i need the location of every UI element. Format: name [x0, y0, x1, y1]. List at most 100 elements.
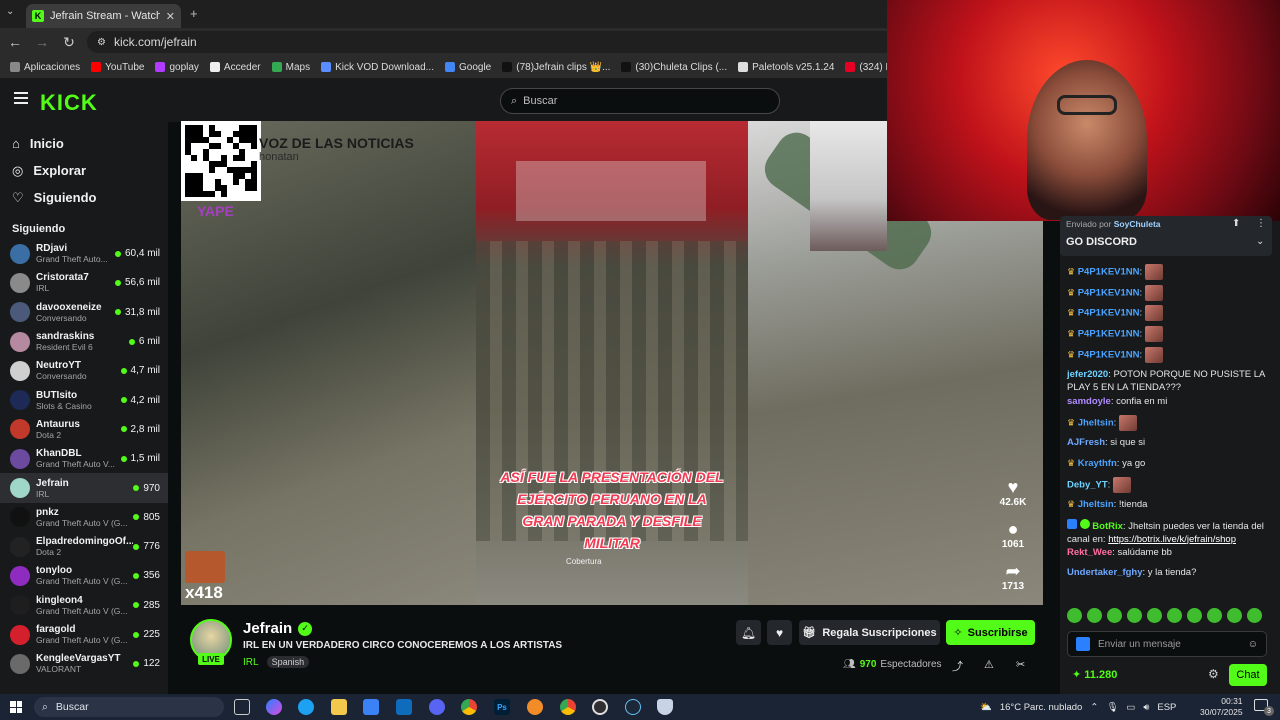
chat-username[interactable]: jefer2020 [1067, 369, 1108, 380]
emote-icon[interactable] [1147, 608, 1162, 623]
more-icon[interactable]: ⋮ [1256, 218, 1266, 229]
taskbar-clock[interactable]: 00:31 30/07/2025 [1200, 696, 1243, 718]
chat-username[interactable]: Jheltsin [1078, 499, 1114, 510]
emote-icon[interactable] [1207, 608, 1222, 623]
follow-heart-button[interactable]: ♥ [767, 620, 792, 645]
share-stream-icon[interactable]: ⤴ [952, 658, 963, 674]
emote-icon[interactable] [1087, 608, 1102, 623]
chat-message[interactable]: ♛ Kraythfn: ya go [1067, 457, 1267, 470]
followed-channel[interactable]: sandraskins Resident Evil 66 mil [0, 327, 168, 356]
share-action[interactable]: ➦ 1713 [993, 561, 1033, 592]
discord-icon[interactable] [429, 699, 445, 715]
chat-message[interactable]: ♛ P4P1KEV1NN: [1067, 284, 1267, 301]
url-input[interactable]: ⚙ kick.com/jefrain [87, 31, 947, 53]
task-view-icon[interactable] [234, 699, 250, 715]
chat-message[interactable]: AJFresh: si que si [1067, 436, 1267, 449]
bookmark-item[interactable]: Aplicaciones [10, 62, 80, 73]
chat-message[interactable]: Undertaker_fghy: y la tienda? [1067, 566, 1267, 579]
channel-name[interactable]: Jefrain ✓ [243, 620, 313, 637]
obs-icon[interactable] [592, 699, 608, 715]
back-button[interactable]: ← [3, 30, 27, 54]
report-icon[interactable]: ⚠ [984, 658, 994, 671]
chat-username[interactable]: P4P1KEV1NN [1078, 349, 1140, 360]
chat-message[interactable]: ♛ Jheltsin: [1067, 415, 1267, 432]
reload-button[interactable]: ↻ [57, 30, 81, 54]
language-indicator[interactable]: ESP [1157, 702, 1176, 713]
tray-chevron-icon[interactable]: ⌃ [1090, 702, 1098, 713]
close-tab-icon[interactable]: ✕ [166, 10, 175, 23]
weather-text[interactable]: 16°C Parc. nublado [1000, 702, 1083, 713]
menu-icon[interactable] [14, 92, 28, 104]
bookmark-item[interactable]: Kick VOD Download... [321, 62, 434, 73]
chat-username[interactable]: Jheltsin [1078, 418, 1114, 429]
followed-channel[interactable]: Cristorata7 IRL 56,6 mil [0, 268, 168, 297]
chat-username[interactable]: Deby_YT [1067, 480, 1108, 491]
chat-username[interactable]: Undertaker_fghy [1067, 567, 1143, 578]
weather-icon[interactable]: ⛅ [980, 702, 992, 713]
emote-quickbar[interactable] [1067, 608, 1267, 624]
followed-channel[interactable]: BUTIsito Slots & Casino 4,2 mil [0, 385, 168, 414]
sidebar-item-explorar[interactable]: ◎ Explorar [0, 157, 168, 184]
tab-list-button[interactable]: ⌄ [6, 6, 22, 22]
followed-channel[interactable]: ElpadredomingoOf... Dota 2 776 [0, 532, 168, 561]
windows-start-icon[interactable] [10, 701, 22, 713]
comment-action[interactable]: ● 1061 [993, 519, 1033, 550]
emote-icon[interactable] [1187, 608, 1202, 623]
language-tag[interactable]: Spanish [266, 656, 310, 668]
edge-icon[interactable] [298, 699, 314, 715]
search-input[interactable]: ⌕ Buscar [500, 88, 780, 114]
chat-message[interactable]: samdoyle: confia en mi [1067, 395, 1267, 408]
clip-icon[interactable]: ✂ [1016, 658, 1025, 671]
followed-channel[interactable]: davooxeneize Conversando 31,8 mil [0, 298, 168, 327]
followed-channel[interactable]: Jefrain IRL 970 [0, 473, 168, 503]
mic-icon[interactable]: 🎙︎ [1106, 702, 1118, 713]
copilot-icon[interactable] [266, 699, 282, 715]
chat-message[interactable]: BotRix: Jheltsin puedes ver la tienda de… [1067, 518, 1267, 546]
followed-channel[interactable]: RDjavi Grand Theft Auto... 60,4 mil [0, 239, 168, 268]
subscribe-button[interactable]: ✧ Suscribirse [946, 620, 1035, 645]
shield-app-icon[interactable] [657, 699, 673, 715]
chat-username[interactable]: P4P1KEV1NN [1078, 287, 1140, 298]
store-icon[interactable] [363, 699, 379, 715]
followed-channel[interactable]: tonyloo Grand Theft Auto V (G... 356 [0, 561, 168, 590]
chat-message[interactable]: ♛ Jheltsin: !tienda [1067, 498, 1267, 511]
emote-icon[interactable] [1107, 608, 1122, 623]
file-explorer-icon[interactable] [331, 699, 347, 715]
chat-username[interactable]: Rekt_Wee [1067, 547, 1112, 558]
chat-username[interactable]: Kraythfn [1078, 458, 1117, 469]
chat-message-input[interactable]: Enviar un mensaje ☺ [1067, 631, 1267, 657]
chat-message[interactable]: ♛ P4P1KEV1NN: [1067, 346, 1267, 363]
chat-settings-icon[interactable]: ⚙ [1208, 667, 1219, 681]
emote-icon[interactable] [1227, 608, 1242, 623]
like-action[interactable]: ♥ 42.6K [993, 477, 1033, 508]
steam-icon[interactable] [625, 699, 641, 715]
chrome-icon[interactable] [461, 699, 477, 715]
bookmark-item[interactable]: YouTube [91, 62, 144, 73]
network-icon[interactable]: ▭ [1126, 702, 1135, 713]
kicks-balance[interactable]: ✦ 11.280 [1072, 668, 1117, 681]
bookmark-item[interactable]: (30)Chuleta Clips (... [621, 62, 727, 73]
category-link[interactable]: IRL [243, 657, 259, 668]
followed-channel[interactable]: kingleon4 Grand Theft Auto V (G... 285 [0, 591, 168, 620]
chat-username[interactable]: BotRix [1092, 521, 1123, 532]
followed-channel[interactable]: faragold Grand Theft Auto V (G... 225 [0, 620, 168, 649]
chat-message[interactable]: Deby_YT: [1067, 477, 1267, 494]
bookmark-item[interactable]: Maps [271, 62, 310, 73]
chat-message[interactable]: jefer2020: POTON PORQUE NO PUSISTE LA PL… [1067, 368, 1267, 394]
pinned-message[interactable]: Enviado por SoyChuleta GO DISCORD ⬆ ⋮ ⌄ [1060, 216, 1272, 256]
outlook-icon[interactable] [396, 699, 412, 715]
volume-icon[interactable]: 🔊︎ [1143, 702, 1149, 713]
new-tab-button[interactable]: + [190, 6, 198, 21]
followed-channel[interactable]: KhanDBL Grand Theft Auto V... 1,5 mil [0, 444, 168, 473]
bookmark-item[interactable]: Paletools v25.1.24 [738, 62, 834, 73]
chat-link[interactable]: https://botrix.live/k/jefrain/shop [1108, 534, 1236, 545]
browser-tab[interactable]: K Jefrain Stream - Watch Live on K ✕ [26, 4, 181, 28]
bookmark-item[interactable]: (78)Jefrain clips 👑... [502, 62, 610, 73]
emoji-icon[interactable]: ☺ [1248, 639, 1258, 650]
kick-emote-icon[interactable] [1076, 637, 1090, 651]
chat-send-button[interactable]: Chat [1229, 664, 1267, 686]
sidebar-item-siguiendo[interactable]: ♡ Siguiendo [0, 184, 168, 211]
sidebar-item-inicio[interactable]: ⌂ Inicio [0, 130, 168, 157]
gift-subs-button[interactable]: 🎁︎ Regala Suscripciones [799, 620, 940, 645]
followed-channel[interactable]: NeutroYT Conversando 4,7 mil [0, 356, 168, 385]
